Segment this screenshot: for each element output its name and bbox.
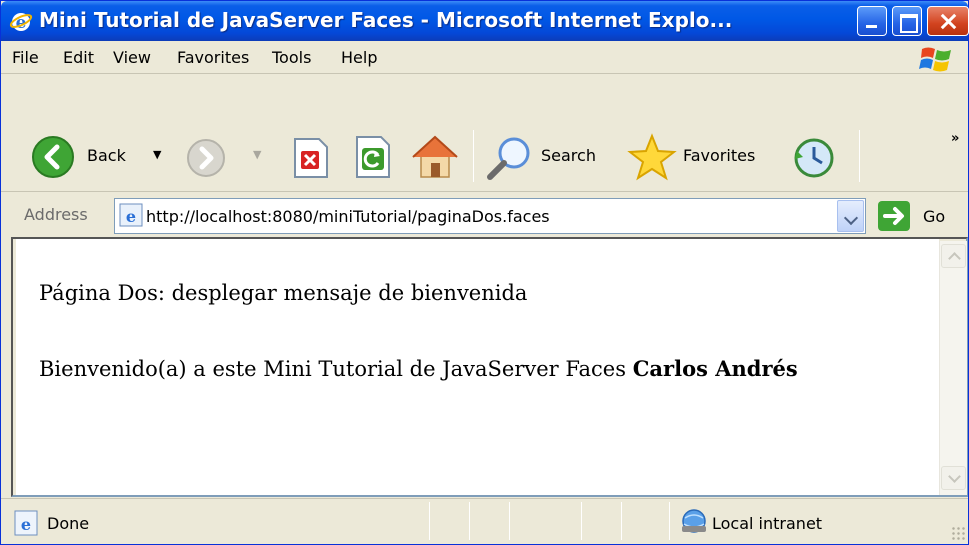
scroll-up-button[interactable] bbox=[941, 244, 966, 268]
local-intranet-icon bbox=[682, 509, 706, 533]
toolbar-separator bbox=[473, 130, 474, 182]
menu-view[interactable]: View bbox=[113, 48, 151, 67]
back-arrow-icon[interactable] bbox=[31, 135, 75, 179]
browser-window: e Mini Tutorial de JavaServer Faces - Mi… bbox=[0, 0, 969, 545]
title-bar[interactable]: e Mini Tutorial de JavaServer Faces - Mi… bbox=[1, 1, 969, 41]
back-button-label[interactable]: Back bbox=[87, 146, 126, 165]
ie-icon: e bbox=[9, 13, 33, 33]
status-separator bbox=[621, 502, 622, 540]
menu-favorites[interactable]: Favorites bbox=[177, 48, 249, 67]
status-separator bbox=[581, 502, 582, 540]
status-separator bbox=[429, 502, 430, 540]
status-text: Done bbox=[47, 514, 90, 533]
go-button-label[interactable]: Go bbox=[923, 207, 945, 226]
toolbar-more-chevron[interactable]: » bbox=[951, 131, 959, 146]
search-icon[interactable] bbox=[484, 135, 534, 181]
vertical-scrollbar[interactable] bbox=[939, 241, 967, 495]
favorites-button-label[interactable]: Favorites bbox=[683, 146, 755, 165]
menu-bar: File Edit View Favorites Tools Help bbox=[1, 41, 968, 74]
address-url[interactable]: http://localhost:8080/miniTutorial/pagin… bbox=[146, 207, 550, 226]
status-bar bbox=[1, 498, 968, 544]
security-zone-label: Local intranet bbox=[712, 514, 823, 533]
welcome-prefix: Bienvenido(a) a este Mini Tutorial de Ja… bbox=[39, 357, 633, 381]
scroll-down-button[interactable] bbox=[941, 466, 966, 490]
back-dropdown-icon[interactable]: ▼ bbox=[153, 148, 161, 161]
svg-text:e: e bbox=[126, 207, 136, 226]
close-button[interactable] bbox=[927, 6, 969, 36]
status-separator bbox=[669, 502, 670, 540]
maximize-button[interactable] bbox=[892, 6, 922, 36]
refresh-icon[interactable] bbox=[353, 135, 393, 179]
page-icon: e bbox=[119, 203, 143, 227]
windows-logo-icon bbox=[919, 47, 951, 72]
window-title: Mini Tutorial de JavaServer Faces - Micr… bbox=[39, 8, 733, 32]
history-icon[interactable] bbox=[791, 135, 837, 181]
address-label: Address bbox=[24, 205, 88, 224]
menu-file[interactable]: File bbox=[12, 48, 39, 67]
page-status-icon: e bbox=[14, 510, 38, 536]
go-arrow-icon[interactable] bbox=[877, 200, 911, 232]
address-dropdown-button[interactable] bbox=[837, 200, 864, 232]
favorites-star-icon[interactable] bbox=[627, 133, 677, 181]
home-icon[interactable] bbox=[411, 133, 459, 179]
svg-text:e: e bbox=[21, 515, 31, 534]
status-separator bbox=[469, 502, 470, 540]
page-heading: Página Dos: desplegar mensaje de bienven… bbox=[39, 281, 528, 305]
forward-arrow-icon[interactable] bbox=[185, 137, 227, 179]
resize-grip[interactable] bbox=[951, 526, 965, 540]
stop-icon[interactable] bbox=[291, 137, 331, 179]
menu-edit[interactable]: Edit bbox=[63, 48, 94, 67]
forward-dropdown-icon[interactable]: ▼ bbox=[253, 148, 261, 161]
menu-tools[interactable]: Tools bbox=[272, 48, 311, 67]
toolbar-separator bbox=[859, 130, 860, 182]
user-name: Carlos Andrés bbox=[632, 356, 798, 381]
menu-help[interactable]: Help bbox=[341, 48, 377, 67]
status-separator bbox=[509, 502, 510, 540]
welcome-message: Bienvenido(a) a este Mini Tutorial de Ja… bbox=[39, 356, 798, 381]
search-button-label[interactable]: Search bbox=[541, 146, 596, 165]
minimize-button[interactable] bbox=[857, 6, 887, 36]
